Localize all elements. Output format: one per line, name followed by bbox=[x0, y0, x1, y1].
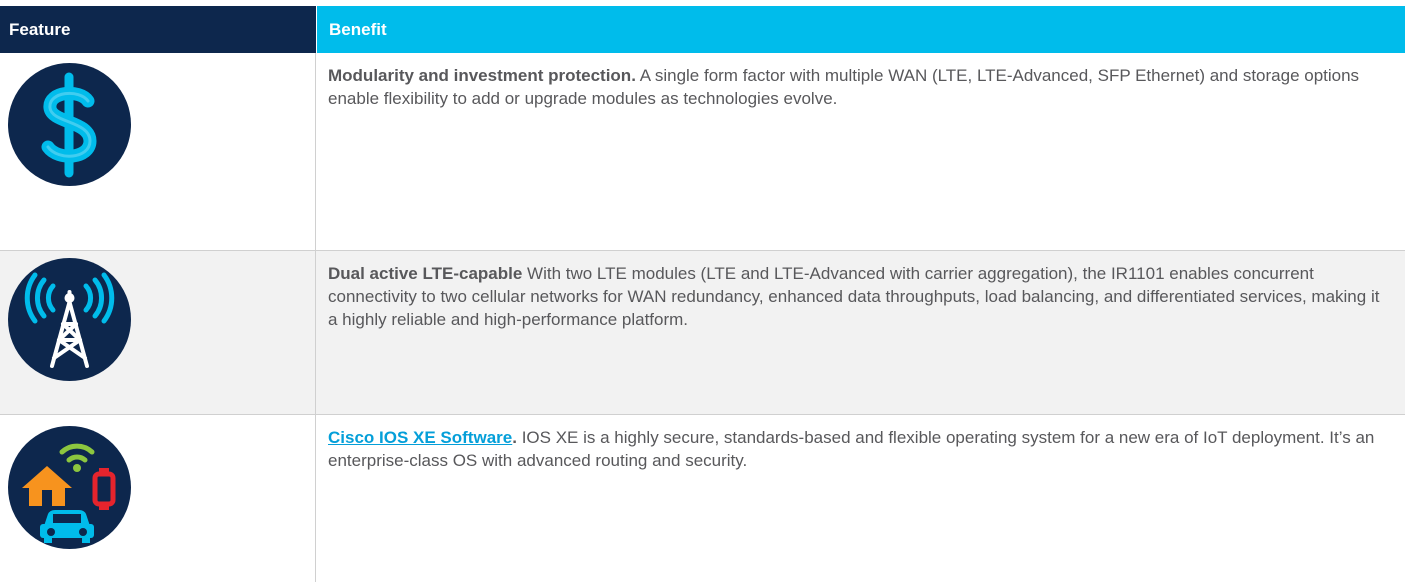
benefit-title: Modularity and investment protection. bbox=[328, 66, 636, 85]
iot-devices-icon bbox=[8, 426, 131, 549]
table-row: Dual active LTE-capable With two LTE mod… bbox=[0, 251, 1405, 415]
benefit-cell: Cisco IOS XE Software. IOS XE is a highl… bbox=[316, 415, 1405, 582]
cell-tower-icon bbox=[8, 258, 131, 381]
feature-benefit-table: Feature Benefit Modularity and investmen… bbox=[0, 6, 1405, 582]
benefit-title: Dual active LTE-capable bbox=[328, 264, 523, 283]
table-row: Modularity and investment protection. A … bbox=[0, 53, 1405, 251]
dollar-icon bbox=[8, 63, 131, 186]
header-feature: Feature bbox=[0, 6, 316, 53]
benefit-cell: Dual active LTE-capable With two LTE mod… bbox=[316, 251, 1405, 414]
benefit-cell: Modularity and investment protection. A … bbox=[316, 53, 1405, 250]
feature-cell bbox=[0, 251, 316, 414]
cisco-ios-xe-link[interactable]: Cisco IOS XE Software bbox=[328, 428, 512, 447]
table-header: Feature Benefit bbox=[0, 6, 1405, 53]
header-benefit: Benefit bbox=[316, 6, 1405, 53]
feature-cell bbox=[0, 53, 316, 250]
table-row: Cisco IOS XE Software. IOS XE is a highl… bbox=[0, 415, 1405, 582]
feature-cell bbox=[0, 415, 316, 582]
